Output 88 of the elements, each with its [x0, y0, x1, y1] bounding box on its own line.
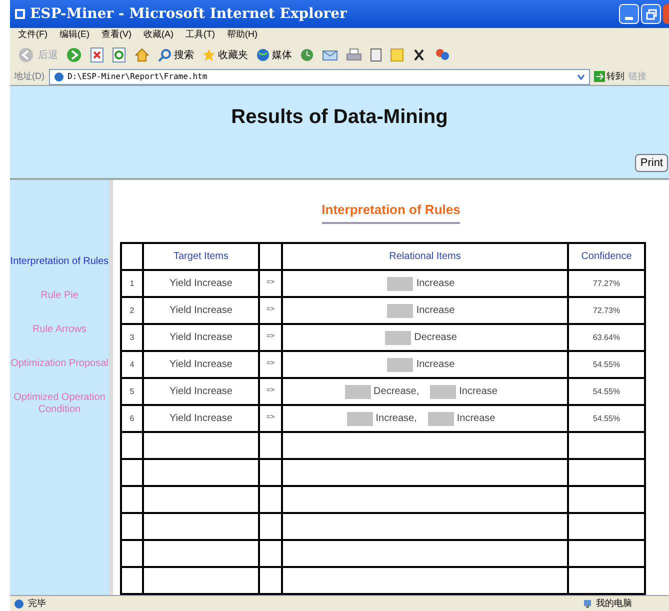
- media-button[interactable]: 媒体: [256, 48, 292, 62]
- page-icon: [14, 598, 24, 608]
- print-button[interactable]: Print: [635, 154, 668, 172]
- column-header: Target Items: [173, 251, 229, 262]
- row-number: 2: [130, 306, 134, 314]
- forward-button[interactable]: [66, 47, 82, 63]
- dropdown-icon: [576, 72, 584, 80]
- redaction-block: [346, 412, 373, 426]
- table-cell-text: Increase: [416, 358, 455, 372]
- column-header: Confidence: [581, 251, 632, 262]
- table-cell-text: Decrease,: [374, 385, 420, 399]
- table-cell: Yield Increase: [170, 305, 232, 316]
- row-number: 6: [130, 414, 134, 422]
- redaction-block: [387, 358, 414, 372]
- table-cell-text: Increase: [416, 304, 455, 318]
- home-button[interactable]: [134, 47, 150, 63]
- history-button[interactable]: [300, 48, 314, 62]
- address-label: 地址(D): [14, 70, 44, 83]
- globe-icon: [256, 48, 270, 62]
- restore-button[interactable]: [641, 4, 661, 24]
- table-cell-text: Increase: [459, 385, 498, 399]
- redaction-block: [387, 304, 414, 318]
- edit-button[interactable]: [370, 48, 382, 62]
- note-icon: [390, 48, 404, 62]
- stop-icon: [90, 47, 104, 63]
- arrow-icon: [594, 71, 604, 82]
- envelope-icon: [322, 48, 338, 62]
- table-cell-text: Increase,: [376, 412, 417, 426]
- redaction-block: [430, 384, 456, 398]
- stop-button[interactable]: [90, 47, 104, 63]
- window-title: ESP-Miner - Microsoft Internet Explorer: [30, 4, 347, 24]
- row-number: 3: [130, 332, 134, 342]
- menu-item[interactable]: 收藏(A): [144, 28, 174, 42]
- people-icon: [434, 48, 450, 62]
- page-icon: [54, 72, 64, 82]
- table-cell-text: Increase: [456, 412, 496, 426]
- redaction-block: [387, 276, 414, 290]
- minimize-button[interactable]: [619, 4, 639, 24]
- row-number: 1: [130, 278, 134, 288]
- table-cell: Yield Increase: [170, 413, 232, 424]
- table-cell: 72.73%: [592, 306, 620, 314]
- table-cell-text: Decrease: [414, 331, 457, 345]
- address-field[interactable]: D:\ESP-Miner\Report\Frame.htm: [48, 68, 590, 84]
- browser-icon: [14, 8, 26, 20]
- house-icon: [134, 47, 150, 63]
- menu-item[interactable]: 文件(F): [18, 28, 48, 42]
- search-button[interactable]: 搜索: [158, 48, 194, 62]
- refresh-button[interactable]: [112, 47, 126, 63]
- table-cell-text: Increase: [416, 277, 455, 291]
- menu-item[interactable]: 编辑(E): [60, 28, 90, 42]
- menu-item[interactable]: 工具(T): [186, 28, 215, 42]
- redaction-block: [344, 384, 371, 398]
- restore-icon: [646, 8, 656, 20]
- clock-icon: [300, 48, 314, 62]
- zone-text: 我的电脑: [596, 596, 632, 610]
- print-toolbar-button[interactable]: [346, 48, 362, 62]
- document-icon: [370, 48, 382, 62]
- messenger-button[interactable]: [434, 48, 450, 62]
- computer-icon: [583, 598, 592, 608]
- menu-item[interactable]: 查看(V): [102, 28, 132, 42]
- table-cell: Yield Increase: [170, 278, 232, 289]
- table-cell: Yield Increase: [170, 386, 232, 397]
- minimize-icon: [625, 17, 633, 20]
- table-cell: Yield Increase: [170, 359, 232, 370]
- redaction-block: [428, 412, 454, 426]
- section-title: Interpretation of Rules: [322, 200, 460, 224]
- notes-button[interactable]: [390, 48, 404, 62]
- printer-icon: [346, 48, 362, 62]
- table-cell: 77.27%: [592, 278, 620, 288]
- table-cell: Yield Increase: [170, 332, 232, 343]
- sidebar-link[interactable]: Interpretation of Rules: [10, 256, 110, 268]
- page-title: Results of Data-Mining: [230, 105, 449, 130]
- favorites-button[interactable]: 收藏夹: [202, 48, 248, 62]
- menu-item[interactable]: 帮助(H): [227, 28, 258, 42]
- redaction-block: [385, 330, 412, 344]
- search-icon: [158, 48, 172, 62]
- column-header: Relational Items: [389, 251, 461, 262]
- table-cell: 54.55%: [592, 414, 620, 422]
- star-icon: [202, 48, 216, 62]
- refresh-icon: [112, 47, 126, 63]
- table-cell: 54.55%: [592, 360, 620, 368]
- row-number: 4: [130, 360, 134, 368]
- row-number: 5: [130, 386, 134, 396]
- table-cell: 63.64%: [592, 332, 620, 342]
- go-button[interactable]: 转到: [594, 70, 624, 84]
- table-cell: 54.55%: [592, 386, 620, 396]
- mail-button[interactable]: [322, 48, 338, 62]
- status-text: 完毕: [28, 596, 46, 610]
